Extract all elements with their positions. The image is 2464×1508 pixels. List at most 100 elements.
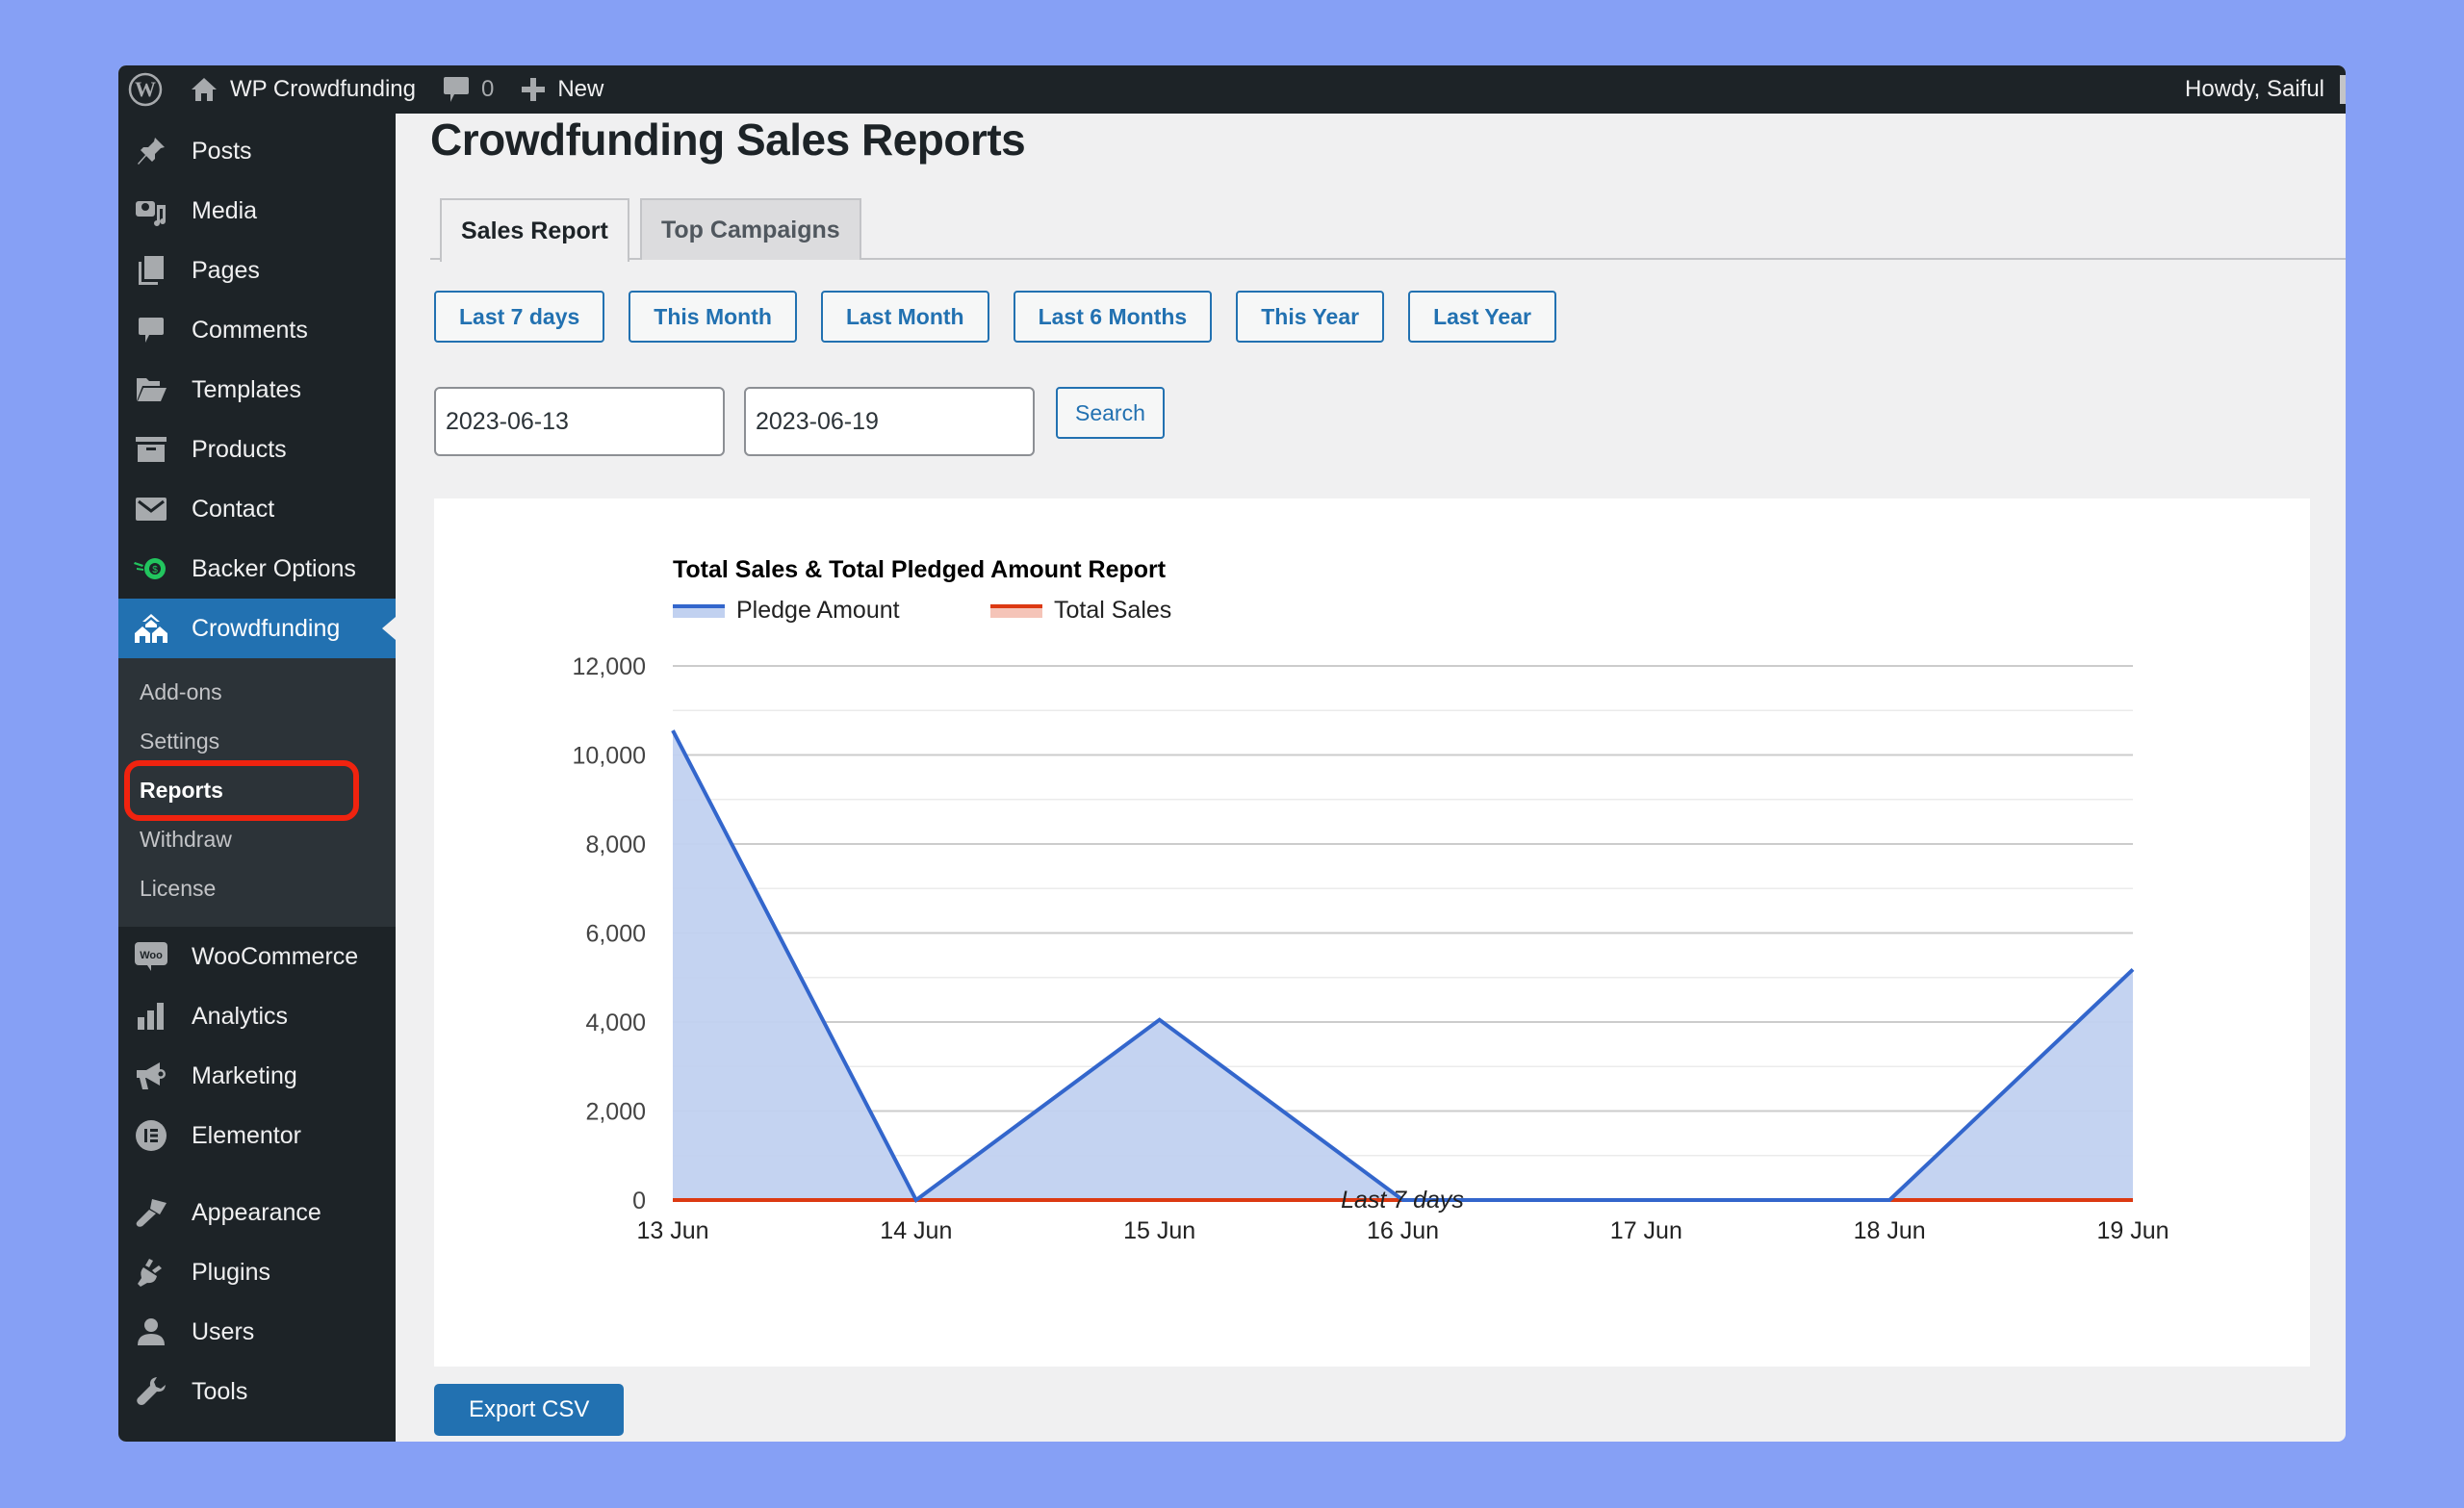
search-button[interactable]: Search [1056,387,1165,439]
sidebar-item-elementor[interactable]: Elementor [118,1106,396,1165]
archive-icon [136,437,167,462]
user-icon [138,1318,165,1345]
submenu-item-license[interactable]: License [118,864,396,913]
x-tick-label: 13 Jun [636,1217,708,1244]
sidebar-item-plugins[interactable]: Plugins [118,1242,396,1302]
browser-window: W WP Crowdfunding 0 New Howdy, Saiful Po… [118,65,2346,1442]
tab-sales-report[interactable]: Sales Report [440,198,629,262]
x-tick-label: 15 Jun [1123,1217,1195,1244]
x-axis-title: Last 7 days [1341,1187,1464,1214]
sidebar-item-label: WooCommerce [192,942,359,970]
comments-count: 0 [480,76,495,102]
pages-icon [139,256,164,285]
sidebar-item-appearance[interactable]: Appearance [118,1183,396,1242]
series-area-0 [673,730,2133,1200]
x-tick-label: 17 Jun [1610,1217,1682,1244]
site-name-link[interactable]: WP Crowdfunding [176,65,429,114]
chart-title: Total Sales & Total Pledged Amount Repor… [673,556,1167,583]
sidebar-item-label: Crowdfunding [192,614,341,642]
elementor-icon [136,1120,167,1151]
sidebar-item-crowdfunding[interactable]: Crowdfunding [118,599,396,658]
range-this-month-button[interactable]: This Month [629,291,797,343]
submenu-item-reports[interactable]: Reports [118,766,396,815]
sidebar-item-label: Appearance [192,1198,321,1226]
x-tick-label: 19 Jun [2096,1217,2169,1244]
legend-label-pledge: Pledge Amount [736,597,900,624]
x-tick-label: 18 Jun [1854,1217,1926,1244]
submenu-item-withdraw[interactable]: Withdraw [118,815,396,864]
sidebar-item-label: Pages [192,256,260,284]
houses-icon [135,614,167,643]
svg-text:Woo: Woo [140,950,163,961]
date-range-buttons: Last 7 days This Month Last Month Last 6… [434,291,1556,343]
new-label: New [557,76,604,102]
range-last-year-button[interactable]: Last Year [1408,291,1556,343]
menu-separator [118,1165,396,1183]
brush-icon [136,1199,167,1227]
range-this-year-button[interactable]: This Year [1236,291,1385,343]
user-account-menu[interactable]: Howdy, Saiful [2171,65,2340,114]
sidebar-item-analytics[interactable]: Analytics [118,986,396,1046]
y-tick-label: 2,000 [585,1099,646,1126]
y-tick-label: 10,000 [573,743,646,770]
legend-label-sales: Total Sales [1054,597,1171,624]
legend-swatch-sales-line [990,604,1042,608]
sidebar-item-label: Elementor [192,1121,301,1149]
sales-chart: 0 2,000 4,000 6,000 8,000 10,000 12,000 13 Jun 1… [573,556,2169,1244]
wordpress-icon: W [128,72,163,107]
comment-icon [139,318,164,343]
sidebar-item-products[interactable]: Products [118,420,396,479]
sidebar-item-media[interactable]: Media [118,181,396,241]
admin-bar: W WP Crowdfunding 0 New Howdy, Saiful [118,65,2346,114]
x-tick-label: 14 Jun [880,1217,952,1244]
sidebar-item-label: Comments [192,316,308,344]
plus-icon [522,78,546,101]
sidebar-item-label: Analytics [192,1002,289,1030]
home-icon [192,78,217,101]
avatar[interactable] [2340,75,2346,104]
sidebar-item-tools[interactable]: Tools [118,1362,396,1421]
pin-icon [138,138,165,165]
comments-link[interactable]: 0 [429,65,507,114]
date-from-input[interactable] [434,387,725,456]
report-tabs: Sales Report Top Campaigns [430,198,2346,262]
sidebar-item-comments[interactable]: Comments [118,300,396,360]
howdy-text: Howdy, Saiful [2185,76,2324,102]
site-name: WP Crowdfunding [230,76,416,102]
sidebar-item-pages[interactable]: Pages [118,241,396,300]
sidebar-item-users[interactable]: Users [118,1302,396,1362]
tab-top-campaigns[interactable]: Top Campaigns [640,198,861,260]
submenu-item-settings[interactable]: Settings [118,717,396,766]
sidebar-item-label: Backer Options [192,554,356,582]
sidebar-item-templates[interactable]: Templates [118,360,396,420]
export-csv-button[interactable]: Export CSV [434,1384,625,1436]
sidebar-item-label: Contact [192,495,275,523]
submenu-item-add-ons[interactable]: Add-ons [118,668,396,717]
y-tick-label: 12,000 [573,653,646,680]
sales-chart-panel: 0 2,000 4,000 6,000 8,000 10,000 12,000 13 Jun 1… [434,498,2310,1367]
legend-swatch-pledge-line [673,604,725,608]
y-tick-label: 0 [632,1188,646,1214]
sidebar-item-contact[interactable]: Contact [118,479,396,539]
date-filter: Search [434,387,1165,456]
crowdfunding-submenu: Add-ons Settings Reports Withdraw Licens… [118,658,396,927]
range-last-6-months-button[interactable]: Last 6 Months [1013,291,1213,343]
svg-text:W: W [135,77,156,101]
sidebar-item-marketing[interactable]: Marketing [118,1046,396,1106]
envelope-icon [136,498,167,521]
sidebar-item-label: Templates [192,375,301,403]
media-icon [136,201,166,226]
new-content-link[interactable]: New [507,65,617,114]
sidebar-item-woocommerce[interactable]: Woo WooCommerce [118,927,396,986]
sidebar-item-label: Tools [192,1377,248,1405]
date-to-input[interactable] [744,387,1035,456]
sidebar-item-label: Plugins [192,1258,270,1286]
range-last-month-button[interactable]: Last Month [820,291,989,343]
sidebar-item-posts[interactable]: Posts [118,121,396,181]
y-tick-label: 6,000 [585,921,646,948]
range-last-7-days-button[interactable]: Last 7 days [434,291,605,343]
reports-item-wrapper: Reports [118,760,396,821]
sidebar-item-label: Marketing [192,1061,297,1089]
wordpress-logo-button[interactable]: W [118,65,176,114]
sidebar-item-backer-options[interactable]: $ Backer Options [118,539,396,599]
